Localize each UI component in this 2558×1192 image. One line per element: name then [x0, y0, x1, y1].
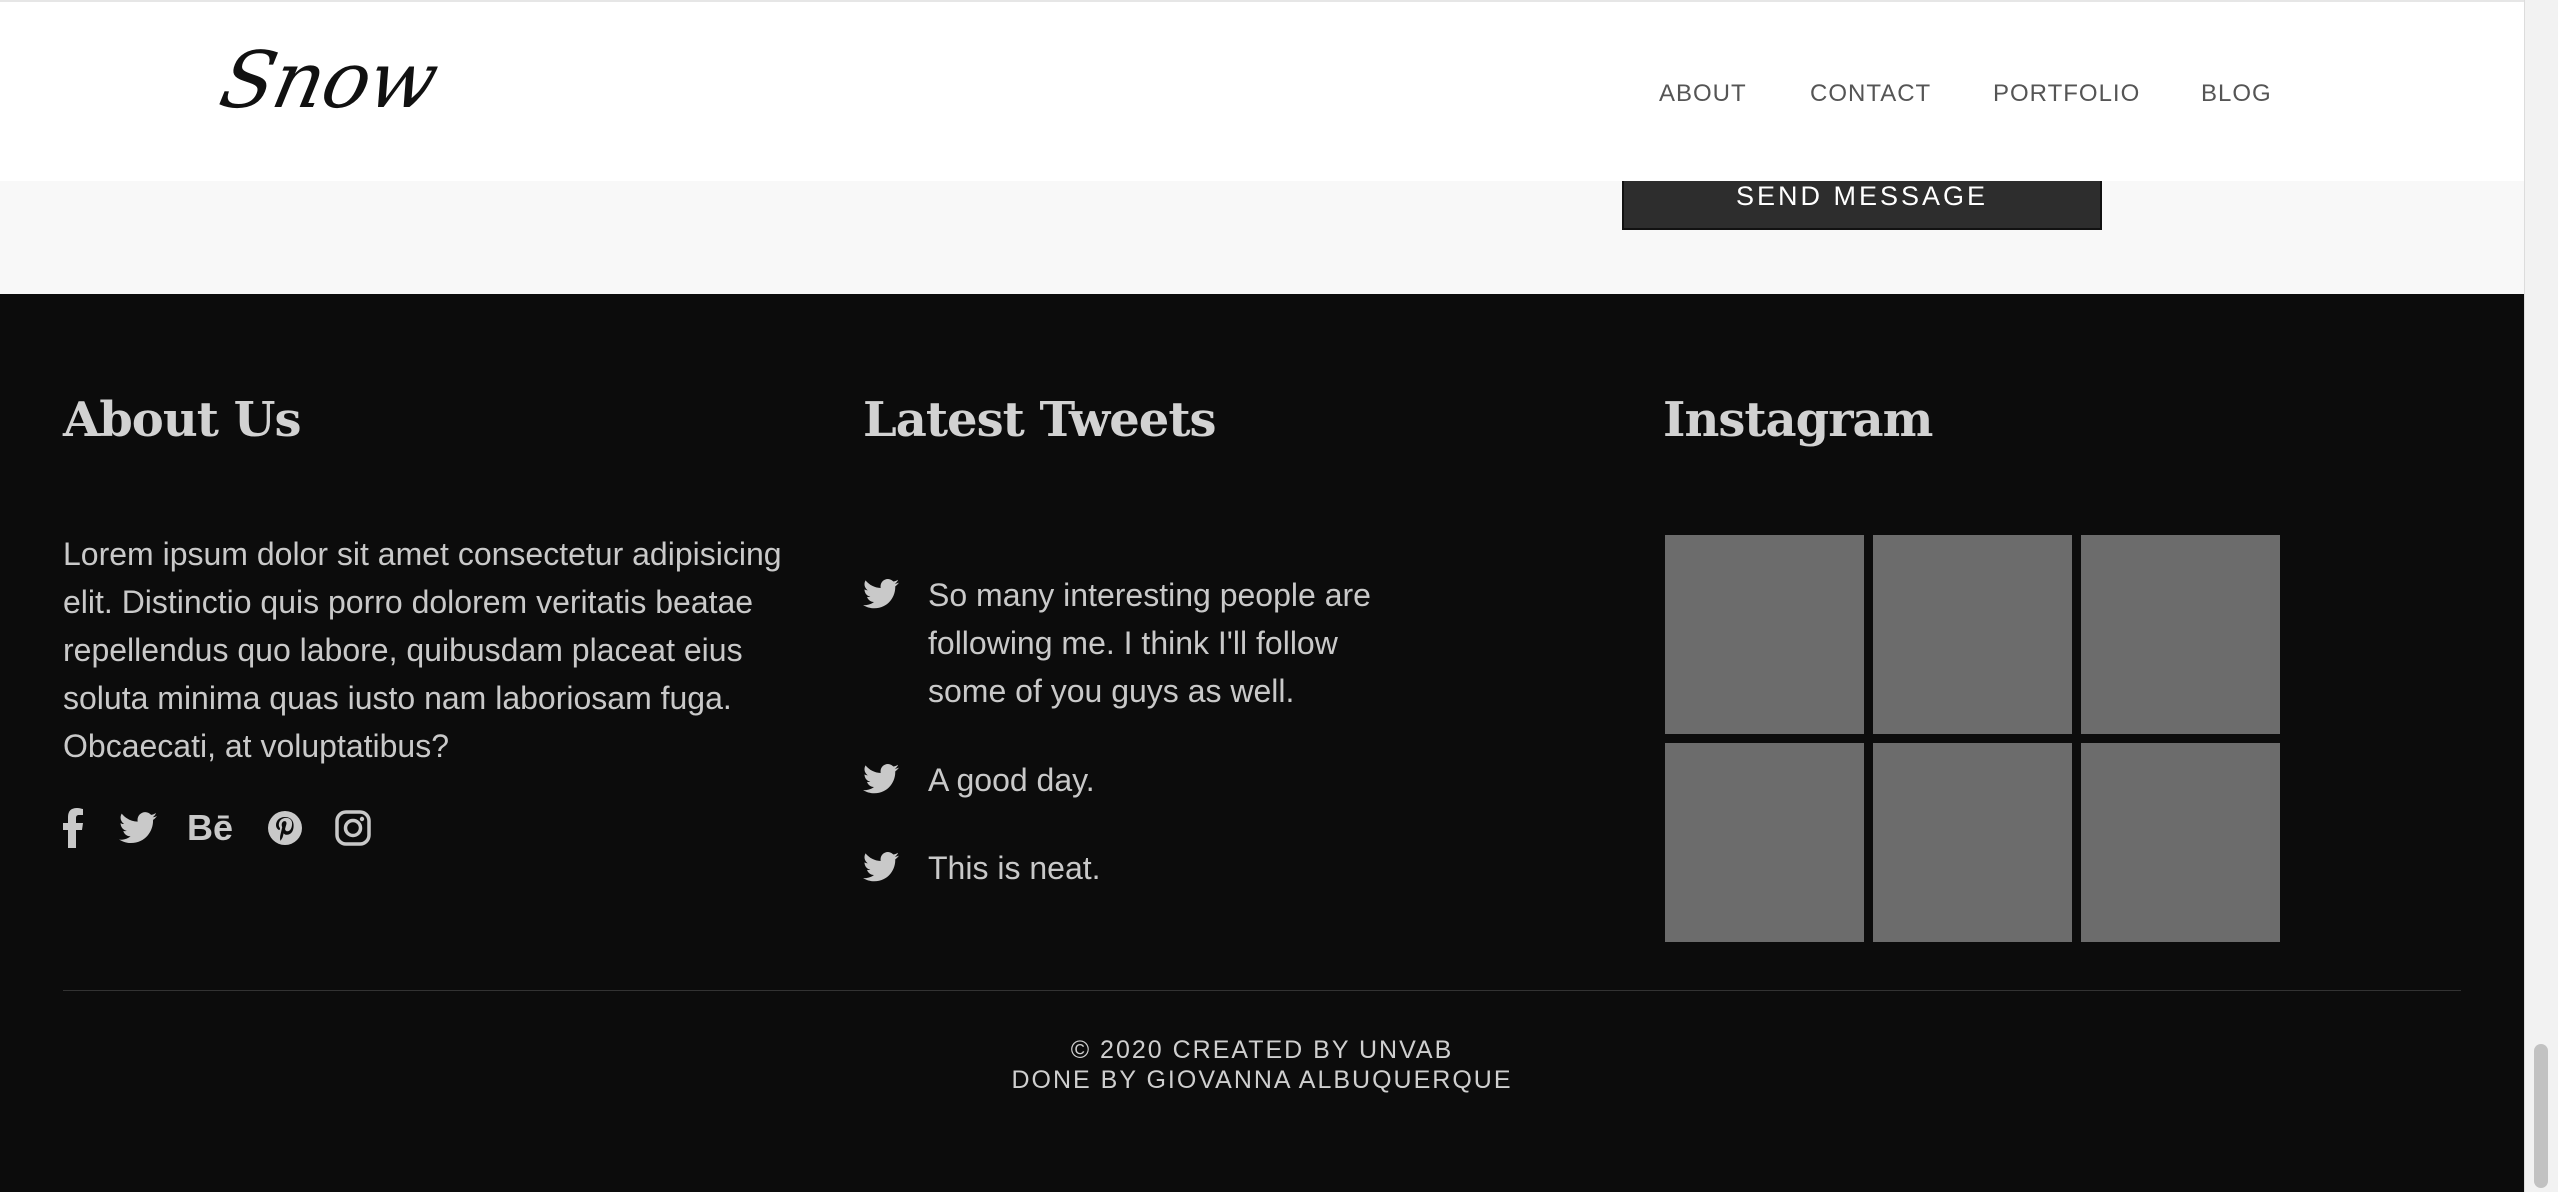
pinterest-icon[interactable]: [267, 810, 303, 851]
instagram-image[interactable]: [1873, 535, 2072, 734]
twitter-icon[interactable]: [119, 812, 157, 849]
instagram-icon[interactable]: [335, 810, 371, 851]
site-footer: About Us Lorem ipsum dolor sit amet cons…: [0, 294, 2524, 1192]
nav-contact[interactable]: CONTACT: [1810, 80, 1931, 108]
copyright-text: © 2020 CREATED BY UNVAB: [1070, 1036, 1454, 1064]
twitter-icon: [863, 764, 899, 794]
instagram-title: Instagram: [1663, 392, 1933, 448]
twitter-icon: [863, 852, 899, 882]
behance-icon[interactable]: Bē: [187, 804, 239, 853]
about-title: About Us: [63, 392, 301, 448]
tweet-text: This is neat.: [928, 850, 1101, 886]
credit-text: DONE BY GIOVANNA ALBUQUERQUE: [1011, 1066, 1513, 1094]
instagram-image[interactable]: [2081, 535, 2280, 734]
instagram-image[interactable]: [1665, 743, 1864, 942]
site-header: Snow ABOUT CONTACT PORTFOLIO BLOG: [0, 0, 2524, 181]
about-text: Lorem ipsum dolor sit amet consectetur a…: [63, 536, 782, 764]
nav-about[interactable]: ABOUT: [1659, 80, 1747, 108]
tweets-title: Latest Tweets: [863, 392, 1217, 448]
tweet-text: So many interesting people are following…: [928, 577, 1371, 709]
site-logo[interactable]: Snow: [212, 36, 445, 126]
footer-divider: [63, 990, 2461, 991]
instagram-image[interactable]: [2081, 743, 2280, 942]
scrollbar-thumb[interactable]: [2534, 1044, 2548, 1188]
nav-portfolio[interactable]: PORTFOLIO: [1993, 80, 2140, 108]
instagram-image[interactable]: [1873, 743, 2072, 942]
nav-blog[interactable]: BLOG: [2201, 80, 2272, 108]
send-message-button[interactable]: SEND MESSAGE: [1622, 178, 2102, 230]
twitter-icon: [863, 579, 899, 609]
instagram-image[interactable]: [1665, 535, 1864, 734]
scrollbar-track[interactable]: [2524, 0, 2558, 1192]
tweet-text: A good day.: [928, 762, 1095, 798]
facebook-icon[interactable]: [63, 808, 83, 853]
svg-text:Bē: Bē: [187, 807, 233, 848]
